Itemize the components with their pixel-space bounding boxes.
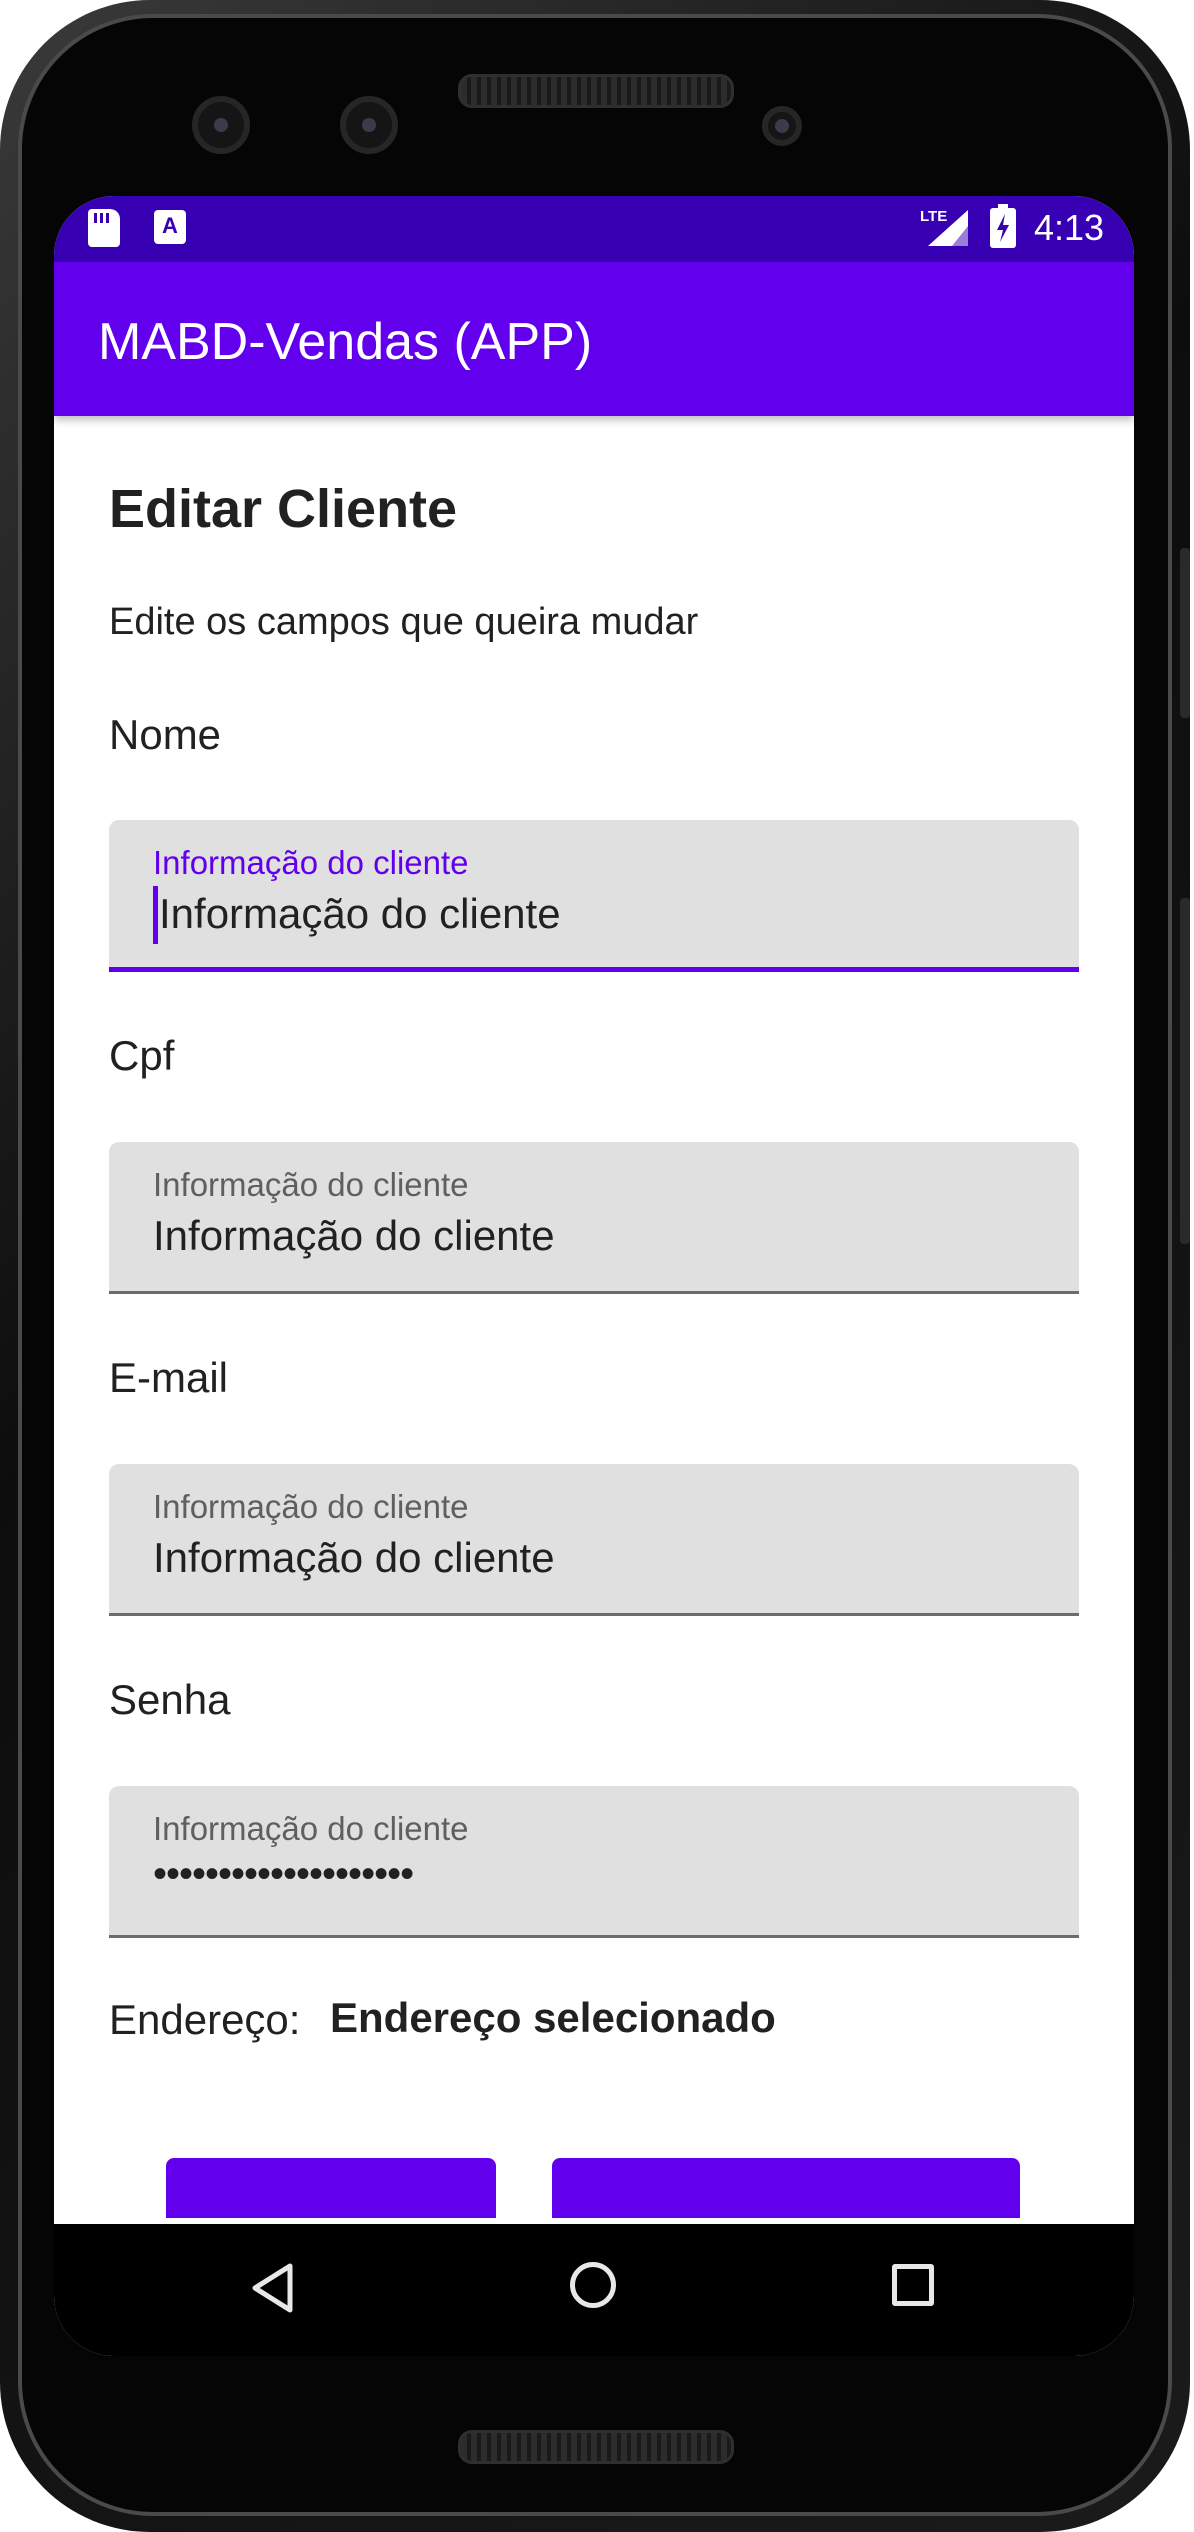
- address-label: Endereço:: [109, 1996, 301, 2043]
- page-title: Editar Cliente: [109, 479, 458, 539]
- status-time: 4:13: [1034, 207, 1105, 248]
- lte-signal-icon: LTE: [920, 208, 976, 248]
- navigation-bar: [54, 2224, 1134, 2356]
- cpf-hint: Informação do cliente: [153, 1166, 469, 1203]
- address-value: Endereço selecionado: [330, 1994, 776, 2041]
- front-sensor-icon: [340, 96, 398, 154]
- email-hint: Informação do cliente: [153, 1488, 469, 1525]
- bottom-speaker: [458, 2430, 734, 2464]
- home-icon[interactable]: [570, 2262, 616, 2308]
- proximity-sensor-icon: [762, 106, 802, 146]
- name-input[interactable]: Informação do cliente Informação do clie…: [109, 820, 1079, 972]
- status-bar: A LTE 4:13: [54, 196, 1134, 262]
- app-title: MABD-Vendas (APP): [98, 313, 593, 371]
- save-button[interactable]: [552, 2158, 1020, 2218]
- app-bar: MABD-Vendas (APP): [54, 262, 1134, 416]
- password-value: ••••••••••••••••••••: [153, 1852, 414, 1896]
- name-hint: Informação do cliente: [153, 844, 469, 881]
- back-icon[interactable]: [250, 2262, 296, 2314]
- password-hint: Informação do cliente: [153, 1810, 469, 1847]
- battery-charging-icon: [990, 204, 1016, 248]
- cpf-input[interactable]: Informação do cliente Informação do clie…: [109, 1142, 1079, 1294]
- recents-icon[interactable]: [892, 2264, 934, 2306]
- phone-frame: A LTE 4:13 MABD-Vendas (APP) Editar Clie…: [0, 0, 1190, 2532]
- power-button: [1180, 548, 1190, 718]
- cpf-label: Cpf: [109, 1032, 175, 1079]
- device-screen: A LTE 4:13 MABD-Vendas (APP) Editar Clie…: [54, 196, 1134, 2356]
- top-speaker: [458, 74, 734, 108]
- password-input[interactable]: Informação do cliente ••••••••••••••••••…: [109, 1786, 1079, 1938]
- text-cursor: [153, 886, 158, 944]
- sd-card-icon: [88, 209, 120, 247]
- password-label: Senha: [109, 1676, 231, 1723]
- email-value: Informação do cliente: [153, 1534, 555, 1581]
- email-input[interactable]: Informação do cliente Informação do clie…: [109, 1464, 1079, 1616]
- front-camera-icon: [192, 96, 250, 154]
- cancel-button[interactable]: [166, 2158, 496, 2218]
- name-label: Nome: [109, 711, 222, 758]
- cpf-value: Informação do cliente: [153, 1212, 555, 1259]
- volume-button: [1180, 898, 1190, 1244]
- page-subtitle: Edite os campos que queira mudar: [109, 601, 699, 643]
- name-value: Informação do cliente: [159, 890, 561, 937]
- keyboard-a-icon: A: [154, 210, 186, 244]
- email-label: E-mail: [109, 1354, 229, 1401]
